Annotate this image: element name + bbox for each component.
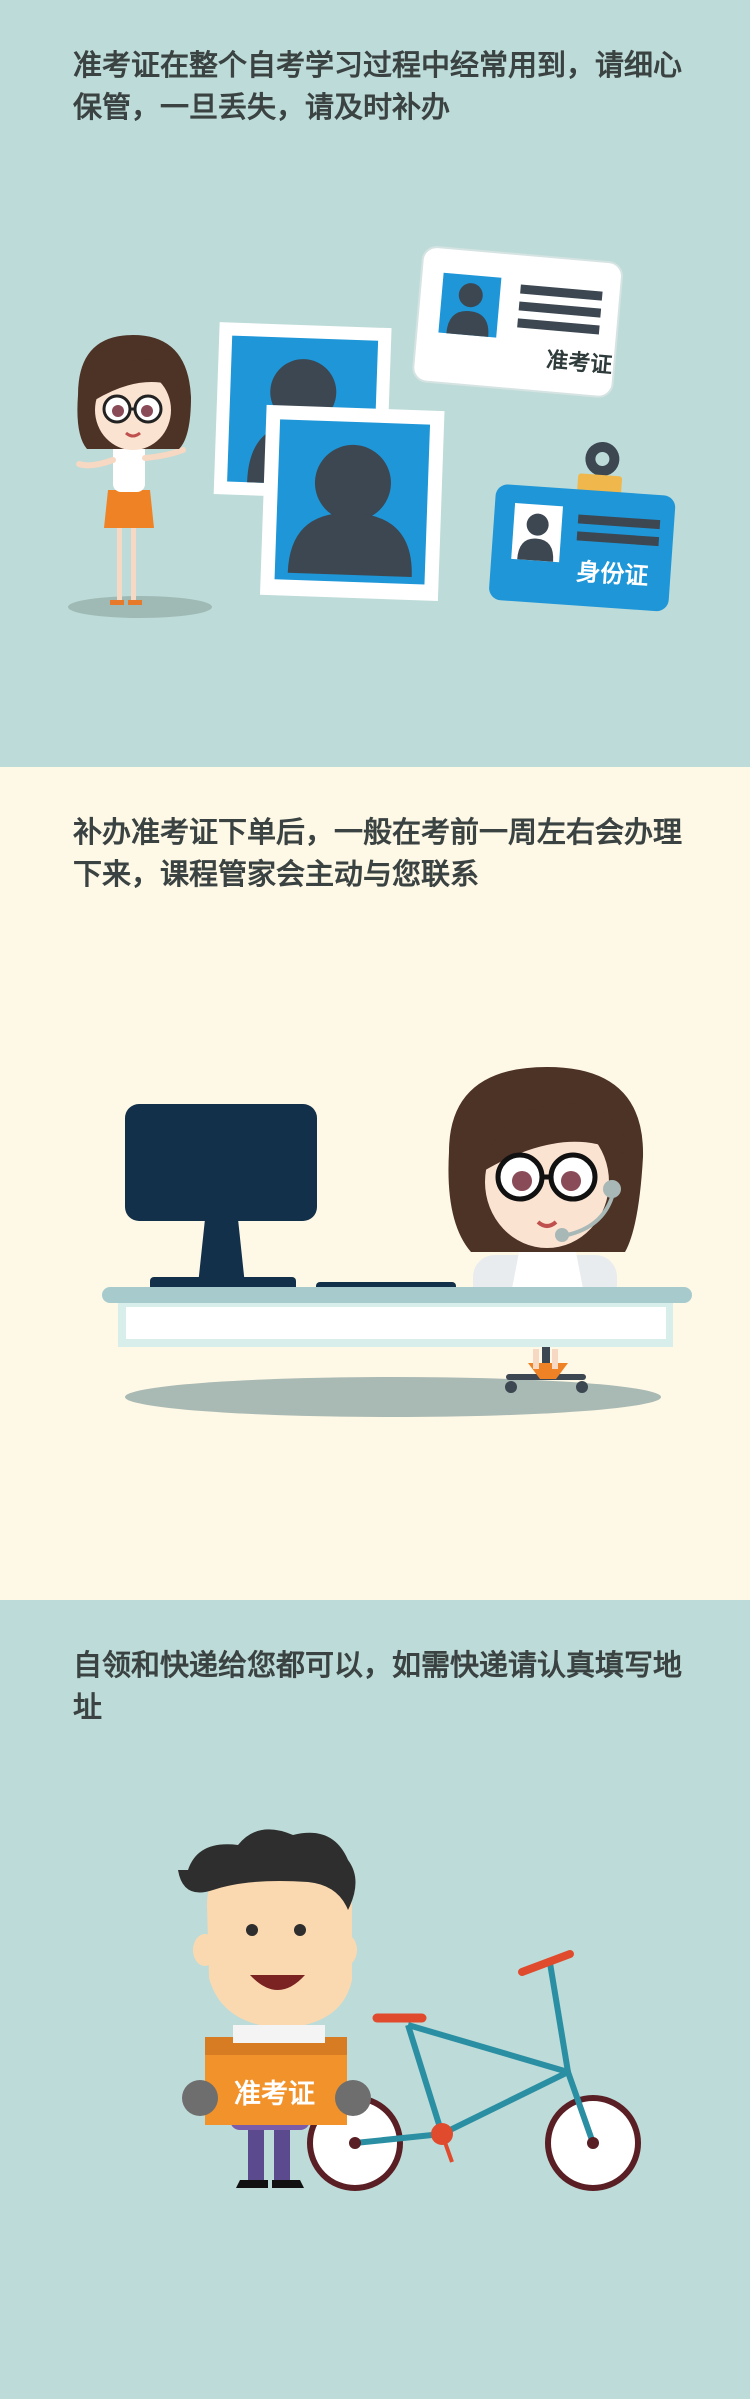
lost-ticket-illustration: 准考证 身份证 [68,246,676,618]
panel-delivery: 自领和快递给您都可以，如需快递请认真填写地址 准考证 [0,1600,750,2399]
office-illustration [102,1067,692,1417]
delivery-illustration: 准考证 [178,1829,641,2191]
woman-operator [448,1067,644,1307]
monitor [125,1104,456,1293]
panel-processing: 补办准考证下单后，一般在考前一周左右会办理下来，课程管家会主动与您联系 [0,767,750,1600]
id-card-label: 身份证 [576,557,650,590]
desk [102,1287,692,1347]
girl-figure [76,335,191,605]
admission-ticket-card: 准考证 [412,246,623,398]
bicycle [307,1950,641,2191]
panel-lost-ticket: 准考证在整个自考学习过程中经常用到，请细心保管，一旦丢失，请及时补办 准考证 身… [0,0,750,767]
box-label: 准考证 [234,2079,315,2110]
photo-front [259,404,445,601]
id-badge: 身份证 [489,441,676,612]
girl-shadow [68,596,212,618]
